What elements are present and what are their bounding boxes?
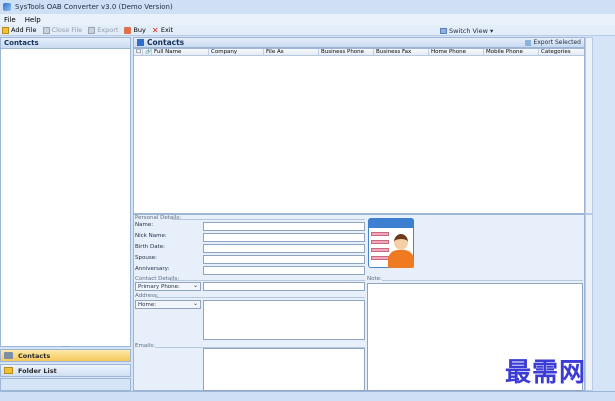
toolbar: Add File Close File Export Buy ✕ Exit bbox=[0, 25, 615, 36]
nick-name-label: Nick Name: bbox=[135, 233, 167, 239]
address-type-select[interactable]: Home: bbox=[135, 300, 201, 309]
primary-phone-field[interactable] bbox=[203, 282, 365, 291]
anniversary-field[interactable] bbox=[203, 266, 365, 275]
add-file-button[interactable]: Add File bbox=[2, 26, 37, 34]
buy-label: Buy bbox=[133, 26, 146, 34]
switch-view-icon bbox=[440, 27, 447, 34]
cart-icon bbox=[124, 26, 132, 34]
export-selected-icon bbox=[525, 39, 532, 46]
menu-file[interactable]: File bbox=[4, 16, 16, 24]
title-bar: SysTools OAB Converter v3.0 (Demo Versio… bbox=[0, 0, 615, 14]
contacts-title: Contacts bbox=[147, 38, 185, 47]
address-heading: Address: bbox=[135, 293, 159, 299]
spouse-field[interactable] bbox=[203, 255, 365, 264]
nick-name-field[interactable] bbox=[203, 233, 365, 242]
export-selected-button[interactable]: Export Selected bbox=[525, 39, 581, 46]
column-header[interactable]: File As bbox=[264, 49, 319, 55]
contacts-header-icon bbox=[137, 39, 144, 46]
details-scrollbar[interactable] bbox=[585, 214, 593, 391]
contacts-grid: ☐ 🔗 Full Name Company File As Business P… bbox=[133, 48, 585, 214]
emails-field[interactable] bbox=[203, 348, 365, 391]
contacts-icon bbox=[4, 352, 13, 359]
column-header[interactable]: Categories bbox=[539, 49, 577, 55]
grid-scrollbar[interactable] bbox=[585, 37, 593, 214]
close-file-label: Close File bbox=[51, 26, 83, 34]
column-header[interactable]: Business Fax bbox=[374, 49, 429, 55]
close-file-icon bbox=[42, 26, 50, 34]
divider bbox=[170, 280, 365, 281]
nav-folder-list-label: Folder List bbox=[18, 366, 57, 375]
export-selected-label: Export Selected bbox=[533, 39, 581, 46]
exit-button[interactable]: ✕ Exit bbox=[152, 26, 173, 34]
folder-icon bbox=[4, 367, 13, 374]
app-logo-icon bbox=[3, 3, 11, 11]
export-icon bbox=[88, 26, 96, 34]
export-label: Export bbox=[97, 26, 119, 34]
column-header[interactable]: Full Name bbox=[152, 49, 209, 55]
column-checkbox[interactable]: ☐ bbox=[134, 49, 143, 55]
add-file-icon bbox=[2, 26, 9, 34]
switch-view-label: Switch View bbox=[449, 26, 488, 35]
export-button[interactable]: Export bbox=[88, 26, 118, 34]
column-header[interactable]: Mobile Phone bbox=[484, 49, 539, 55]
note-heading: Note: bbox=[367, 276, 382, 282]
close-icon: ✕ bbox=[151, 25, 159, 35]
birth-date-field[interactable] bbox=[203, 244, 365, 253]
contacts-grid-header: ☐ 🔗 Full Name Company File As Business P… bbox=[134, 49, 584, 56]
menu-bar: File Help bbox=[0, 14, 615, 25]
birth-date-label: Birth Date: bbox=[135, 244, 165, 250]
column-header[interactable]: Company bbox=[209, 49, 264, 55]
watermark-text: 最需网 bbox=[505, 358, 587, 388]
emails-heading: Emails: bbox=[135, 343, 155, 349]
close-file-button[interactable]: Close File bbox=[42, 26, 83, 34]
window-title: SysTools OAB Converter v3.0 (Demo Versio… bbox=[15, 3, 173, 11]
nav-contacts-label: Contacts bbox=[18, 351, 51, 360]
exit-label: Exit bbox=[160, 26, 174, 34]
status-bar bbox=[0, 391, 615, 401]
add-file-label: Add File bbox=[11, 26, 37, 34]
address-field[interactable] bbox=[203, 300, 365, 340]
name-label: Name: bbox=[135, 222, 154, 228]
menu-help[interactable]: Help bbox=[25, 16, 41, 24]
column-attachment-icon[interactable]: 🔗 bbox=[143, 49, 152, 55]
divider bbox=[172, 219, 365, 220]
personal-details-heading: Personal Details: bbox=[135, 215, 182, 221]
nav-folder-list[interactable]: Folder List bbox=[0, 364, 131, 377]
contact-card-icon bbox=[368, 218, 414, 268]
left-panel: Contacts bbox=[0, 37, 131, 347]
contacts-header: Contacts Export Selected bbox=[133, 37, 585, 48]
primary-phone-select[interactable]: Primary Phone: bbox=[135, 282, 201, 291]
left-panel-title: Contacts bbox=[1, 38, 130, 49]
switch-view-button[interactable]: Switch View ▾ bbox=[440, 26, 493, 35]
column-header[interactable]: Business Phone bbox=[319, 49, 374, 55]
divider bbox=[382, 280, 583, 281]
nav-contacts[interactable]: Contacts bbox=[0, 349, 131, 362]
anniversary-label: Anniversary: bbox=[135, 266, 170, 272]
chevron-down-icon: ▾ bbox=[489, 26, 494, 35]
column-header[interactable]: Home Phone bbox=[429, 49, 484, 55]
left-panel-footer bbox=[0, 378, 131, 391]
buy-button[interactable]: Buy bbox=[124, 26, 146, 34]
spouse-label: Spouse: bbox=[135, 255, 157, 261]
name-field[interactable] bbox=[203, 222, 365, 231]
divider bbox=[155, 297, 365, 298]
